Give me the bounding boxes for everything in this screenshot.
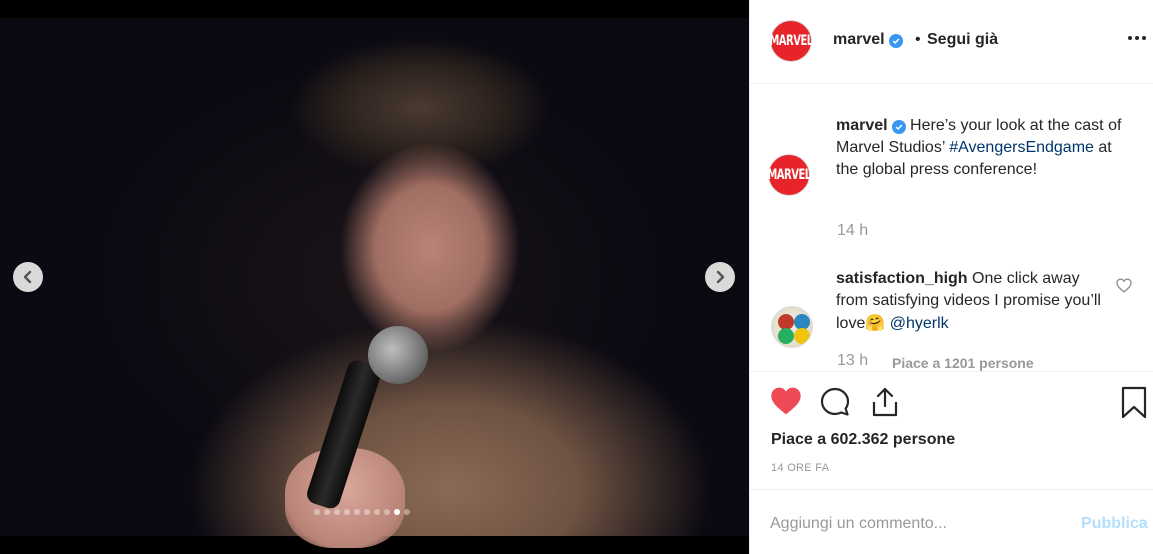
more-options-button[interactable] bbox=[1128, 36, 1146, 40]
like-button[interactable] bbox=[770, 386, 802, 421]
comment-like-button[interactable] bbox=[1116, 278, 1132, 298]
post-side-panel: MARVEL marvel • Segui già MARVEL marvel … bbox=[749, 0, 1153, 554]
avatar-logo-text: MARVEL bbox=[769, 33, 813, 49]
carousel-dot bbox=[334, 509, 340, 515]
likes-suffix: persone bbox=[892, 431, 956, 448]
chevron-left-icon bbox=[23, 270, 32, 284]
carousel-next-button[interactable] bbox=[705, 262, 735, 292]
carousel-dot bbox=[344, 509, 350, 515]
verified-badge-icon bbox=[888, 34, 903, 48]
likes-count-value: 602.362 bbox=[830, 431, 889, 448]
add-comment-input[interactable] bbox=[770, 512, 1070, 536]
carousel-dot bbox=[404, 509, 410, 515]
add-comment-form: Pubblica bbox=[750, 489, 1153, 554]
chevron-right-icon bbox=[716, 270, 725, 284]
post-likes-count[interactable]: Piace a 602.362 persone bbox=[771, 431, 955, 449]
share-upload-icon bbox=[872, 387, 898, 417]
comment-button[interactable] bbox=[819, 386, 851, 423]
comment-likes-link[interactable]: Piace a 1201 persone bbox=[892, 355, 1034, 371]
bookmark-icon bbox=[1121, 386, 1147, 419]
comment-body: satisfaction_high One click away from sa… bbox=[836, 268, 1106, 335]
share-button[interactable] bbox=[869, 386, 901, 423]
comment-time: 13 h bbox=[837, 352, 869, 369]
header-username-row: marvel bbox=[833, 31, 903, 49]
carousel-dot bbox=[374, 509, 380, 515]
post-media bbox=[0, 0, 749, 554]
verified-badge-icon bbox=[891, 120, 906, 134]
caption: marvel Here’s your look at the cast of M… bbox=[836, 115, 1136, 181]
avatar-graphic bbox=[794, 328, 810, 344]
caption-time[interactable]: 14 h bbox=[837, 222, 868, 240]
post-header: MARVEL marvel • Segui già bbox=[750, 0, 1153, 84]
comment-mention-link[interactable]: @hyerlk bbox=[890, 315, 949, 332]
carousel-dot bbox=[324, 509, 330, 515]
more-horizontal-icon bbox=[1128, 36, 1132, 40]
carousel-dot bbox=[314, 509, 320, 515]
header-username[interactable]: marvel bbox=[833, 31, 885, 48]
carousel-dot bbox=[384, 509, 390, 515]
carousel-dot bbox=[394, 509, 400, 515]
avatar-logo-text: MARVEL bbox=[767, 167, 811, 183]
more-dot bbox=[1142, 36, 1146, 40]
heart-filled-icon bbox=[771, 387, 801, 415]
likes-prefix: Piace a bbox=[771, 431, 827, 448]
following-button[interactable]: Segui già bbox=[927, 31, 998, 49]
header-separator: • bbox=[915, 31, 921, 48]
save-button[interactable] bbox=[1120, 386, 1148, 425]
heart-outline-icon bbox=[1116, 278, 1132, 293]
commenter-avatar[interactable] bbox=[771, 306, 813, 348]
post-timestamp[interactable]: 14 ORE FA bbox=[771, 462, 829, 474]
carousel-dot bbox=[364, 509, 370, 515]
caption-username[interactable]: marvel bbox=[836, 117, 888, 134]
carousel-indicator bbox=[314, 509, 410, 515]
photo-microphone-head bbox=[368, 326, 428, 384]
comment-username[interactable]: satisfaction_high bbox=[836, 270, 968, 287]
comments-section[interactable]: MARVEL marvel Here’s your look at the ca… bbox=[750, 84, 1153, 371]
comment-emoji: 🤗 bbox=[865, 313, 886, 332]
header-avatar[interactable]: MARVEL bbox=[769, 20, 813, 62]
caption-hashtag-link[interactable]: #AvengersEndgame bbox=[949, 139, 1094, 156]
avatar-graphic bbox=[778, 328, 794, 344]
comment-bubble-icon bbox=[820, 387, 850, 416]
carousel-dot bbox=[354, 509, 360, 515]
more-dot bbox=[1135, 36, 1139, 40]
post-photo bbox=[0, 18, 749, 548]
caption-avatar[interactable]: MARVEL bbox=[767, 154, 811, 196]
carousel-prev-button[interactable] bbox=[13, 262, 43, 292]
publish-button[interactable]: Pubblica bbox=[1081, 515, 1148, 533]
post-actions-section: Piace a 602.362 persone 14 ORE FA bbox=[750, 371, 1153, 489]
